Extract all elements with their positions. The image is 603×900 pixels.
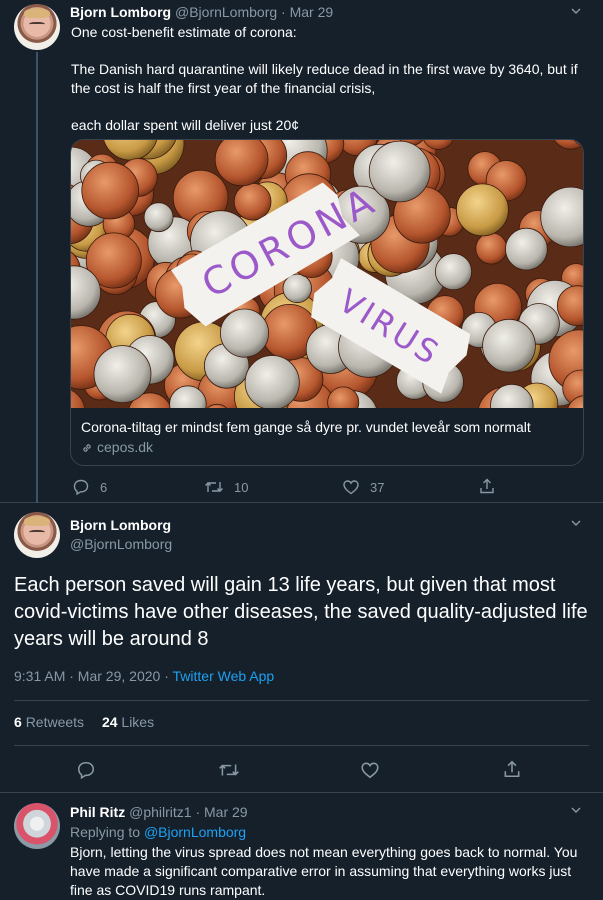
- divider: [14, 700, 589, 701]
- coins-illustration: CORONA VIRUS: [71, 140, 583, 408]
- tweet-1[interactable]: Bjorn Lomborg @BjornLomborg · Mar 29 One…: [0, 0, 603, 503]
- focused-tweet-text: Each person saved will gain 13 life year…: [14, 574, 588, 650]
- retweets-label: Retweets: [25, 714, 85, 730]
- tweet-header: Phil Ritz @philritz1 · Mar 29: [70, 804, 248, 820]
- share-button[interactable]: [502, 759, 522, 779]
- link-card[interactable]: CORONA VIRUS Corona-tiltag er mindst fem…: [70, 139, 584, 466]
- coin: [93, 345, 152, 404]
- coin: [81, 161, 140, 220]
- reply-icon: [77, 761, 95, 780]
- reply-count: 6: [100, 479, 108, 495]
- reply-icon: [73, 479, 89, 496]
- coin: [505, 227, 548, 271]
- chevron-down-icon[interactable]: [571, 518, 581, 528]
- author-handle[interactable]: @philritz1: [129, 804, 191, 820]
- coin: [233, 182, 272, 221]
- likes-label: Likes: [121, 714, 155, 730]
- author-handle[interactable]: @BjornLomborg: [175, 4, 277, 20]
- tweet-text-line: One cost-benefit estimate of corona:: [71, 24, 297, 40]
- retweet-icon: [205, 482, 223, 492]
- like-button[interactable]: [360, 760, 380, 780]
- replying-to-label: Replying to: [70, 824, 144, 840]
- coin: [143, 202, 174, 233]
- card-domain[interactable]: cepos.dk: [81, 439, 153, 457]
- retweet-button[interactable]: [218, 760, 240, 780]
- coin: [434, 253, 472, 291]
- chevron-down-icon[interactable]: [571, 6, 581, 16]
- tweet-date[interactable]: · Mar 29: [281, 4, 333, 20]
- author-handle[interactable]: @BjornLomborg: [70, 536, 172, 552]
- share-icon: [504, 760, 520, 777]
- heart-icon: [361, 762, 379, 779]
- tweet-timestamp: 9:31 AM · Mar 29, 2020 · Twitter Web App: [14, 668, 274, 684]
- coin: [455, 183, 509, 237]
- card-title[interactable]: Corona-tiltag er mindst fem gange så dyr…: [81, 419, 531, 435]
- chevron-down-icon[interactable]: [571, 805, 581, 815]
- link-icon: [81, 441, 93, 457]
- tweet-text-line: each dollar spent will deliver just 20¢: [71, 117, 300, 133]
- divider: [14, 745, 589, 746]
- engagement-stats: 6 Retweets 24 Likes: [14, 714, 154, 730]
- reply-button[interactable]: [76, 760, 96, 780]
- author-name[interactable]: Bjorn Lomborg: [70, 4, 171, 20]
- coin: [219, 308, 269, 358]
- retweet-count: 10: [234, 479, 249, 495]
- share-icon: [480, 478, 494, 494]
- coin: [282, 273, 313, 304]
- card-domain-text: cepos.dk: [97, 439, 154, 455]
- likes-stat[interactable]: 24 Likes: [102, 714, 154, 730]
- tweet-text-line: The Danish hard quarantine will likely r…: [71, 61, 578, 96]
- avatar[interactable]: [14, 4, 60, 50]
- card-image[interactable]: CORONA VIRUS: [71, 140, 583, 408]
- reply-tweet[interactable]: Phil Ritz @philritz1 · Mar 29 Replying t…: [0, 792, 603, 900]
- reply-button[interactable]: 6: [72, 478, 107, 496]
- like-count: 37: [370, 479, 385, 495]
- tweet-header: Bjorn Lomborg @BjornLomborg · Mar 29: [70, 4, 333, 20]
- share-button[interactable]: [478, 477, 496, 495]
- coin: [368, 140, 431, 203]
- tweet-time[interactable]: 9:31 AM · Mar 29, 2020 ·: [14, 668, 173, 684]
- avatar[interactable]: [14, 512, 60, 558]
- avatar[interactable]: [14, 803, 60, 849]
- retweet-icon: [219, 764, 239, 776]
- heart-icon: [343, 480, 359, 495]
- retweet-button[interactable]: 10: [204, 478, 248, 496]
- author-name[interactable]: Phil Ritz: [70, 804, 125, 820]
- replying-to-handle[interactable]: @BjornLomborg: [144, 824, 246, 840]
- retweets-count: 6: [14, 714, 22, 730]
- coin: [244, 355, 300, 408]
- retweets-stat[interactable]: 6 Retweets: [14, 714, 84, 730]
- coin: [482, 318, 536, 373]
- thread-line: [36, 52, 38, 503]
- reply-text: Bjorn, letting the virus spread does not…: [70, 844, 578, 898]
- author-name[interactable]: Bjorn Lomborg: [70, 517, 171, 533]
- like-button[interactable]: 37: [342, 478, 384, 496]
- replying-to: Replying to @BjornLomborg: [70, 824, 246, 840]
- coin: [475, 232, 508, 265]
- tweet-source[interactable]: Twitter Web App: [173, 668, 275, 684]
- likes-count: 24: [101, 714, 118, 730]
- tweet-date[interactable]: · Mar 29: [195, 804, 247, 820]
